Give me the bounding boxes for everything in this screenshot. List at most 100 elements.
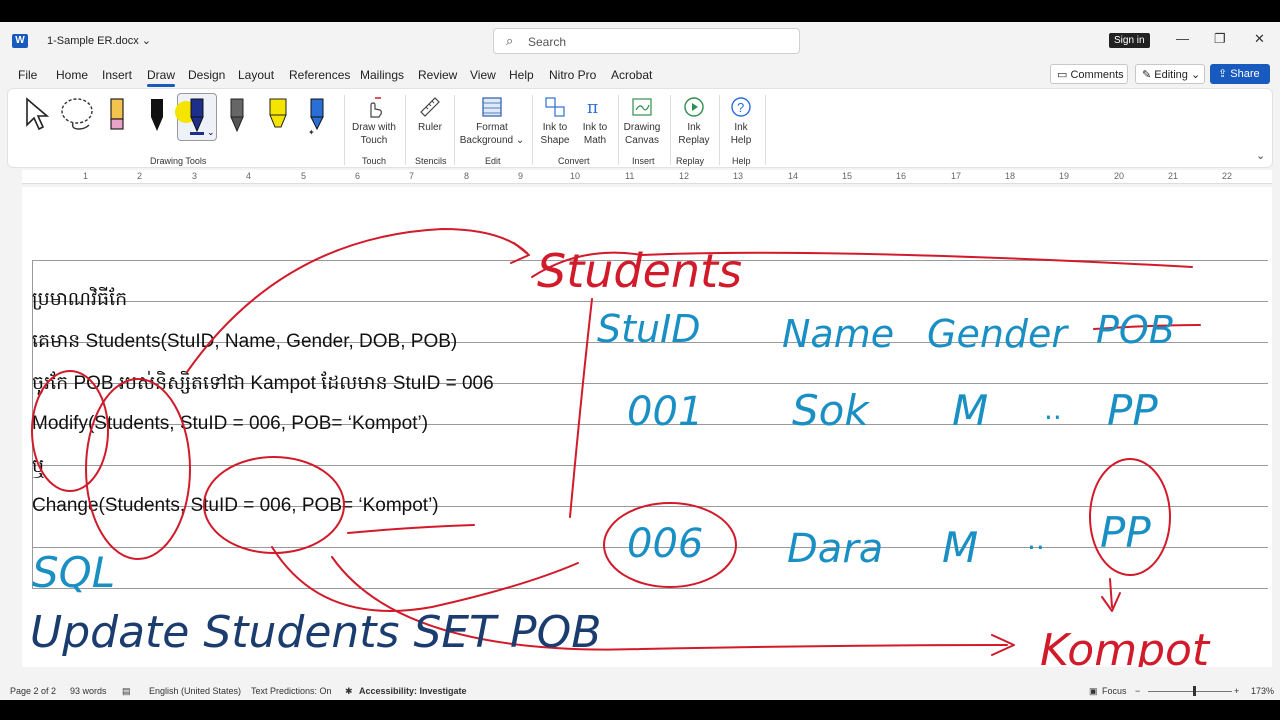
focus-mode[interactable]: Focus	[1102, 686, 1127, 696]
word-logo-icon: W	[12, 34, 28, 48]
zoom-out-icon[interactable]: −	[1135, 686, 1140, 696]
ruler-button[interactable]: Ruler	[410, 95, 450, 134]
tab-insert[interactable]: Insert	[102, 68, 132, 82]
tab-nitro-pro[interactable]: Nitro Pro	[549, 68, 596, 82]
restore-icon[interactable]: ❐	[1214, 31, 1226, 47]
handwritten-sql: SQL	[32, 548, 115, 597]
focus-icon: ▣	[1089, 686, 1098, 696]
ruler-number: 22	[1222, 171, 1233, 181]
yellow-highlighter-icon[interactable]	[266, 97, 290, 135]
ruler-number: 16	[896, 171, 907, 181]
horizontal-ruler[interactable]: 1 2 3 4 5 6 7 8 9 10 11 12 13 14 15 16 1…	[22, 170, 1272, 184]
ink-replay-label: Ink Replay	[678, 122, 710, 146]
arrow-head	[510, 242, 530, 264]
document-page[interactable]: ប្រមាណវិធីកែ គេមាន Students(StuID, Name,…	[22, 187, 1272, 667]
word-window: W 1-Sample ER.docx ⌄ ⌕ Search Sign in — …	[0, 22, 1280, 700]
editing-mode-button[interactable]: ✎ Editing ⌄	[1135, 64, 1205, 84]
group-separator	[765, 95, 766, 165]
lasso-select-icon[interactable]	[59, 95, 99, 133]
ink-to-shape-icon	[545, 97, 565, 117]
zoom-slider[interactable]	[1148, 691, 1232, 692]
share-button[interactable]: ⇪ Share ⌄	[1210, 64, 1270, 93]
comments-button[interactable]: ▭ Comments	[1050, 64, 1128, 84]
handwritten-kompot: Kompot	[1040, 625, 1211, 667]
search-input[interactable]: ⌕ Search	[493, 28, 800, 54]
tab-help[interactable]: Help	[509, 68, 534, 82]
language[interactable]: English (United States)	[149, 686, 241, 696]
help-group-label: Help	[732, 156, 751, 166]
minimize-icon[interactable]: —	[1176, 31, 1189, 46]
close-icon[interactable]: ✕	[1254, 31, 1265, 47]
gray-pencil-icon[interactable]	[228, 97, 246, 135]
edit-group-label: Edit	[485, 156, 501, 166]
ink-help-button[interactable]: ? Ink Help	[723, 95, 759, 147]
tab-home[interactable]: Home	[56, 68, 88, 82]
ruler-number: 14	[788, 171, 799, 181]
tab-file[interactable]: File	[18, 68, 37, 82]
handwritten-row2-pob: PP	[1100, 508, 1151, 557]
accessibility-status[interactable]: Accessibility: Investigate	[359, 686, 467, 696]
proofing-icon[interactable]: ▤	[122, 686, 131, 697]
convert-group-label: Convert	[558, 156, 590, 166]
ink-layer[interactable]: Students StuID Name Gender POB 001 Sok M…	[22, 187, 1272, 667]
insert-group-label: Insert	[632, 156, 655, 166]
handwritten-row1-pob: PP	[1107, 386, 1158, 435]
word-count[interactable]: 93 words	[70, 686, 107, 696]
tab-review[interactable]: Review	[418, 68, 457, 82]
tab-acrobat[interactable]: Acrobat	[611, 68, 652, 82]
status-bar: Page 2 of 2 93 words ▤ English (United S…	[0, 682, 1280, 700]
handwritten-row1-name: Sok	[792, 386, 870, 435]
chevron-down-icon[interactable]: ⌄	[207, 127, 215, 138]
tab-layout[interactable]: Layout	[238, 68, 274, 82]
stuid-circle	[203, 456, 345, 554]
ink-to-math-button[interactable]: π Ink to Math	[576, 95, 614, 147]
comments-label: Comments	[1070, 69, 1124, 81]
handwritten-row2-gender: M	[942, 523, 978, 572]
zoom-slider-thumb[interactable]	[1193, 686, 1196, 696]
eraser-icon[interactable]	[108, 97, 126, 133]
svg-text:π: π	[587, 98, 598, 118]
text-predictions[interactable]: Text Predictions: On	[251, 686, 332, 696]
ink-to-shape-label: Ink to Shape	[540, 122, 570, 146]
ink-to-math-label: Ink to Math	[582, 122, 608, 146]
ruler-number: 19	[1059, 171, 1070, 181]
grid-background-icon	[482, 97, 502, 117]
touch-hand-icon	[370, 97, 382, 118]
comment-icon: ▭	[1057, 69, 1068, 81]
ink-to-shape-button[interactable]: Ink to Shape	[536, 95, 574, 147]
drawing-canvas-button[interactable]: Drawing Canvas	[620, 95, 664, 147]
handwritten-row1-id: 001	[627, 389, 703, 435]
ruler-number: 8	[464, 171, 470, 181]
galaxy-pen-icon[interactable]: ✦	[306, 97, 328, 137]
format-background-button[interactable]: Format Background ⌄	[458, 95, 526, 147]
tab-references[interactable]: References	[289, 68, 350, 82]
draw-with-touch-button[interactable]: Draw with Touch	[348, 95, 400, 147]
ruler-number: 6	[355, 171, 361, 181]
tab-view[interactable]: View	[470, 68, 496, 82]
handwritten-row1-gender: M	[952, 386, 988, 435]
zoom-in-icon[interactable]: +	[1234, 686, 1239, 696]
canvas-icon	[632, 98, 652, 116]
students-circle	[85, 378, 191, 560]
ruler-icon	[420, 97, 440, 117]
page-count[interactable]: Page 2 of 2	[10, 686, 56, 696]
blue-pen-icon[interactable]	[186, 97, 208, 137]
tab-design[interactable]: Design	[188, 68, 225, 82]
tab-draw[interactable]: Draw	[147, 68, 176, 87]
ruler-number: 12	[679, 171, 690, 181]
select-arrow-icon[interactable]	[23, 97, 51, 133]
vertical-ruler[interactable]	[0, 187, 18, 667]
tab-mailings[interactable]: Mailings	[360, 68, 404, 82]
black-pen-icon[interactable]	[148, 97, 166, 135]
share-label: Share	[1230, 68, 1260, 80]
document-title[interactable]: 1-Sample ER.docx ⌄	[47, 34, 151, 47]
ruler-number: 21	[1168, 171, 1179, 181]
zoom-level[interactable]: 173%	[1251, 686, 1274, 696]
collapse-ribbon-icon[interactable]: ⌄	[1256, 149, 1265, 162]
draw-with-touch-label: Draw with Touch	[352, 122, 396, 146]
arrow-to-students	[186, 228, 528, 373]
drawing-canvas-label: Drawing Canvas	[623, 122, 661, 146]
sign-in-button[interactable]: Sign in	[1109, 33, 1150, 48]
chevron-down-icon: ⌄	[1190, 69, 1201, 81]
ink-replay-button[interactable]: Ink Replay	[674, 95, 714, 147]
